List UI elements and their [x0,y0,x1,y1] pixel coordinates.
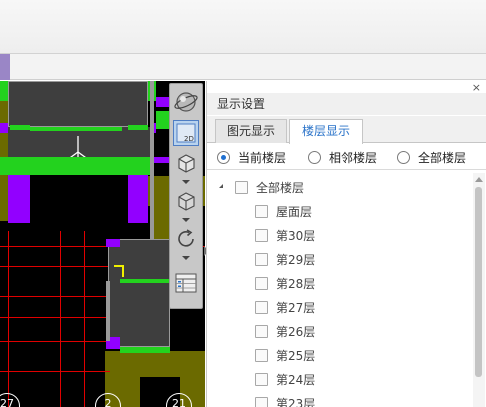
beam [122,265,124,277]
tab-floor-display[interactable]: 楼层显示 [289,119,363,144]
display-settings-panel: × 显示设置 图元显示 楼层显示 当前楼层 相邻楼层 全部楼层 全部楼层 屋面层 [206,81,486,407]
tree-label: 第26层 [276,324,316,339]
tree-root-all-floors[interactable]: 全部楼层 [235,178,304,196]
checkbox[interactable] [255,300,268,314]
beam [120,347,170,353]
radio-adjacent-floors[interactable]: 相邻楼层 [308,150,378,165]
column [128,175,148,223]
scroll-thumb[interactable] [475,187,482,377]
tree-label: 全部楼层 [256,180,305,195]
checkbox[interactable] [255,228,268,242]
ribbon-strip [0,54,486,80]
radio-current-floor[interactable]: 当前楼层 [217,150,287,165]
grid-line [0,296,110,297]
column [0,123,8,133]
checkbox[interactable] [255,324,268,338]
column [8,175,30,223]
beam [128,125,148,130]
tree-label: 第28层 [276,276,316,291]
radio-all-floors[interactable]: 全部楼层 [397,150,467,165]
grid-line [0,341,110,342]
tree-scrollbar[interactable] [473,173,485,407]
tree-item-floor[interactable]: 第30层 [255,226,315,244]
tab-element-display[interactable]: 图元显示 [215,119,287,143]
app-top-bar [0,0,486,54]
radio-button[interactable] [308,150,321,164]
grid-line [8,231,9,407]
panel-title: 显示设置 [207,93,486,115]
checkbox[interactable] [255,204,268,218]
checkbox[interactable] [255,252,268,266]
tree-label: 屋面层 [276,204,313,219]
floor-tree: 全部楼层 屋面层 第30层 第29层 第28层 第27层 第26层 第25层 第… [207,173,473,407]
tree-item-floor[interactable]: 第27层 [255,298,315,316]
grid-line [84,231,85,407]
beam [120,279,170,283]
view-toolbar: 2D [169,83,203,309]
column [106,239,120,247]
3d-box-icon[interactable] [173,150,199,176]
tree-label: 第27层 [276,300,316,315]
slab [108,239,170,347]
tree-item-floor[interactable]: 第24层 [255,370,315,388]
checkbox[interactable] [255,348,268,362]
chevron-down-icon[interactable] [182,256,190,260]
tree-label: 第30层 [276,228,316,243]
opening [30,175,128,225]
column [156,97,170,107]
tree-label: 第29层 [276,252,316,267]
checkbox[interactable] [255,372,268,386]
chevron-down-icon[interactable] [182,180,190,184]
tree-expand-icon[interactable] [216,184,223,188]
chevron-down-icon[interactable] [182,218,190,222]
tree-label: 第24层 [276,372,316,387]
radio-button[interactable] [397,150,410,164]
frame-line [150,81,154,241]
tree-label: 第23层 [276,396,316,407]
tree-item-floor[interactable]: 第23层 [255,394,315,407]
grid-line [0,317,110,318]
globe-icon[interactable] [173,89,199,115]
rotate-icon[interactable] [173,226,199,252]
floor-list-icon[interactable] [173,270,199,296]
grid-line [0,371,110,372]
3d-box-dropdown-icon[interactable] [173,188,199,214]
frame-line [106,281,110,341]
tree-item-floor[interactable]: 第25层 [255,346,315,364]
svg-text:2D: 2D [184,135,194,143]
ribbon-strip-accent [0,54,10,80]
tree-item-floor[interactable]: 第26层 [255,322,315,340]
radio-label: 相邻楼层 [329,150,378,165]
2d-view-icon: 2D [176,123,196,143]
checkbox[interactable] [235,180,248,194]
beam [0,81,8,101]
tree-item-floor[interactable]: 第28层 [255,274,315,292]
2d-view-button[interactable]: 2D [173,120,199,146]
grid-line [0,266,110,267]
checkbox[interactable] [255,276,268,290]
tree-item-floor[interactable]: 第29层 [255,250,315,268]
beam [10,125,30,130]
axis-label: 27 [0,393,20,407]
grid-line [60,231,61,407]
radio-button[interactable] [217,150,230,164]
checkbox[interactable] [255,396,268,407]
tree-label: 第25层 [276,348,316,363]
tree-item-floor[interactable]: 屋面层 [255,202,312,220]
beam [30,127,122,131]
tab-bar: 图元显示 楼层显示 [207,116,486,144]
radio-label: 全部楼层 [418,150,467,165]
slab [8,81,148,127]
wall-band [0,81,8,221]
beam [0,157,152,175]
radio-label: 当前楼层 [238,150,287,165]
scroll-up-icon[interactable] [475,177,483,182]
floor-scope-radio-group: 当前楼层 相邻楼层 全部楼层 [207,144,486,170]
